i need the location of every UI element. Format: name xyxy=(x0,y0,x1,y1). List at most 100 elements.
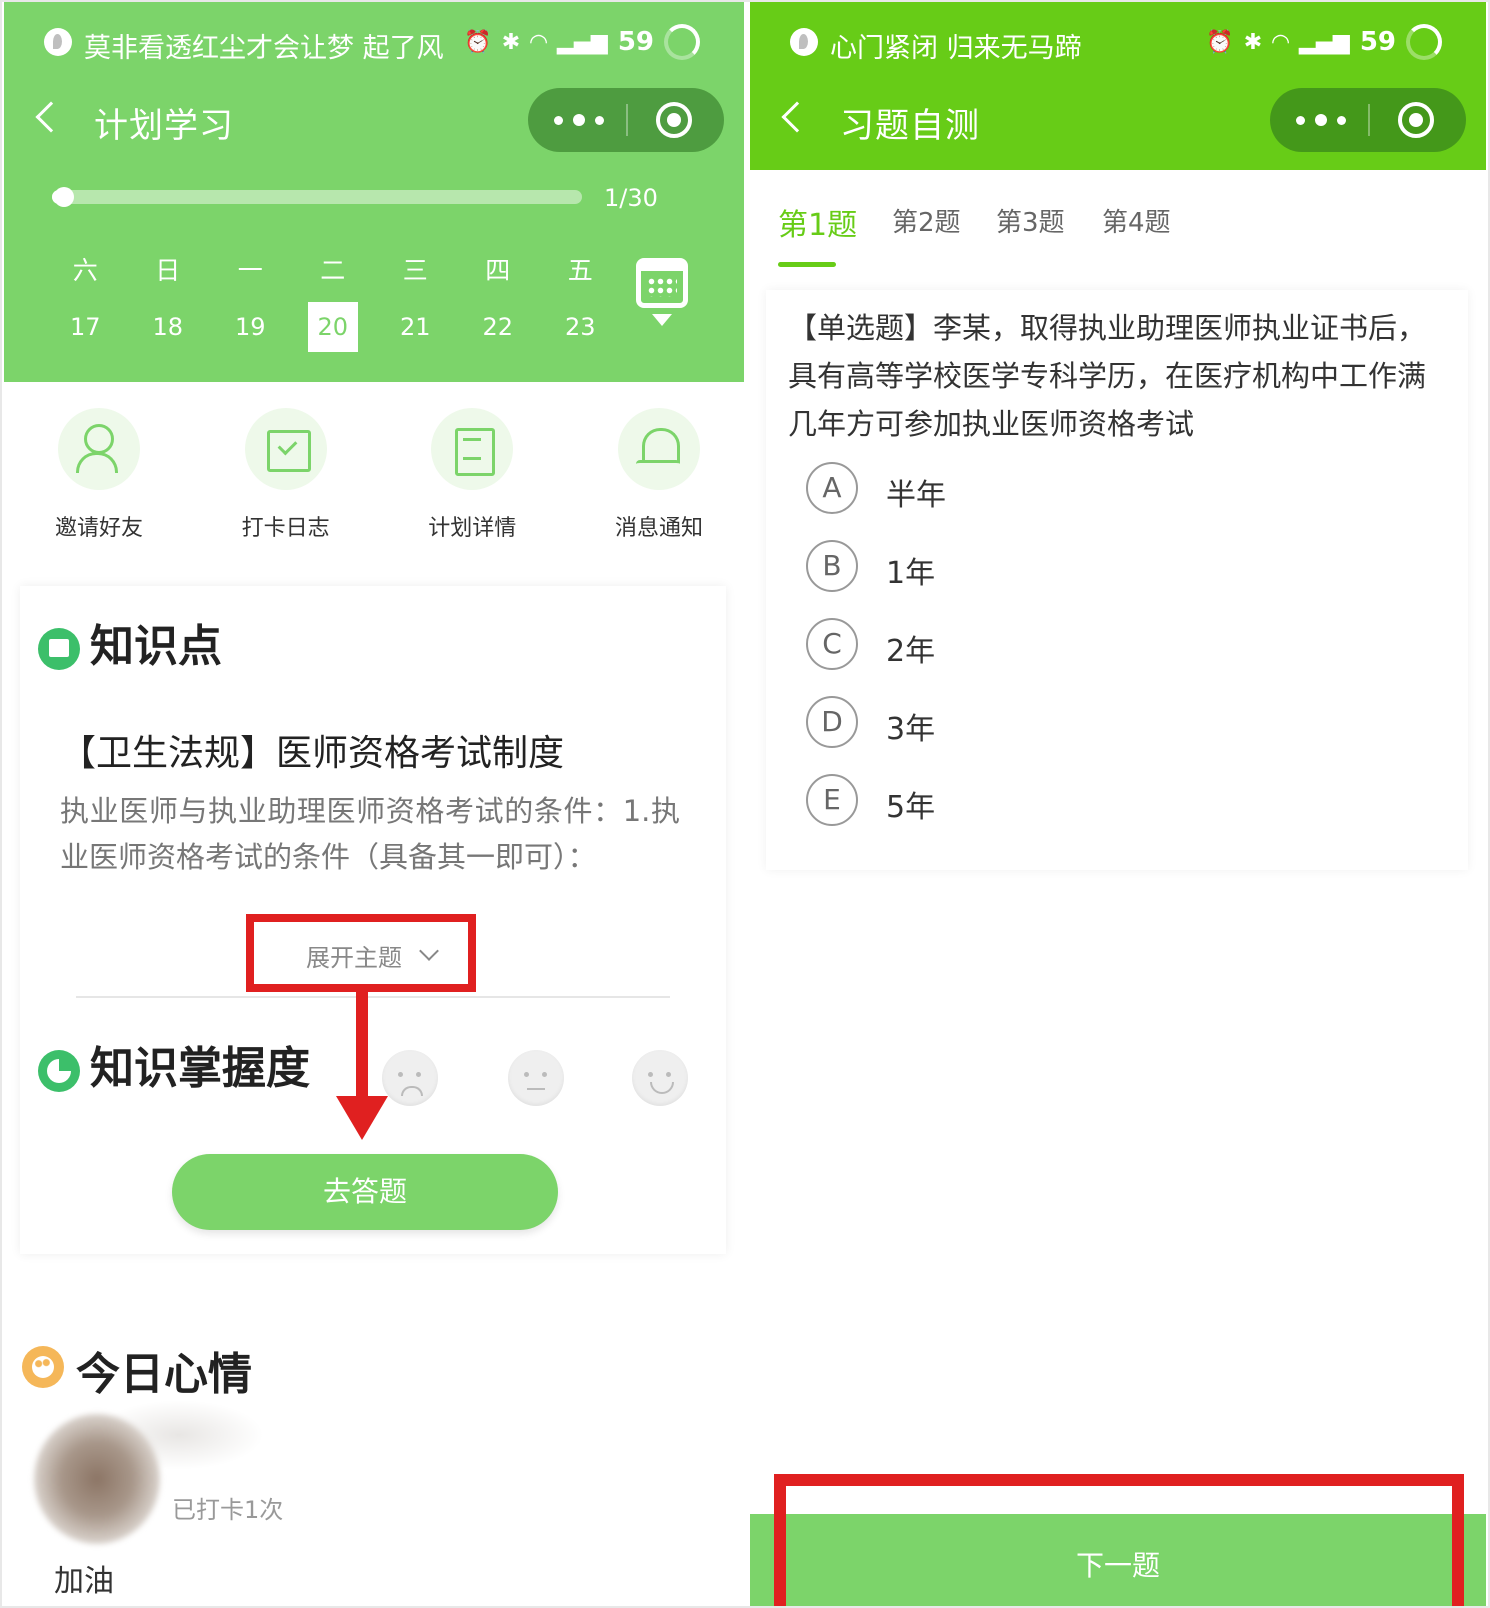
back-icon[interactable] xyxy=(35,101,67,133)
close-miniprogram-icon[interactable] xyxy=(656,102,692,138)
day-item[interactable]: 六 17 xyxy=(44,250,127,352)
expand-topic-button[interactable]: 展开主题 xyxy=(246,914,476,992)
option-key: B xyxy=(806,540,858,592)
page-title: 计划学习 xyxy=(94,106,234,146)
calendar-icon[interactable] xyxy=(636,258,688,308)
day-item[interactable]: 三 21 xyxy=(374,250,457,352)
quick-action-label: 邀请好友 xyxy=(54,516,143,541)
pie-chart-icon xyxy=(38,1050,80,1092)
system-indicators: ⏰ ✱ ◠ ▂▄▆ 59 xyxy=(1206,24,1442,60)
status-music-text: 心门紧闭 归来无马蹄 xyxy=(830,33,1082,64)
status-music-text: 莫非看透红尘才会让梦 起了风 xyxy=(84,33,444,64)
tab-question-2[interactable]: 第2题 xyxy=(892,202,961,239)
progress-dot xyxy=(54,187,74,207)
avatar xyxy=(34,1414,160,1544)
neutral-face-icon[interactable] xyxy=(508,1050,564,1106)
option-text: 5年 xyxy=(886,790,936,825)
nav-bar: 计划学习 xyxy=(4,84,744,160)
option-text: 1年 xyxy=(886,556,936,591)
weekday-label: 一 xyxy=(237,256,263,285)
alarm-icon: ⏰ xyxy=(1206,29,1234,55)
mastery-section-title: 知识掌握度 xyxy=(90,1043,310,1094)
option-key: D xyxy=(806,696,858,748)
mood-section-title: 今日心情 xyxy=(76,1349,252,1400)
question-card: 【单选题】李某，取得执业助理医师执业证书后，具有高等学校医学专科学历，在医疗机构… xyxy=(766,290,1468,870)
more-icon[interactable] xyxy=(554,108,604,132)
plan-study-screen: 莫非看透红尘才会让梦 起了风 ⏰ ✱ ◠ ▂▄▆ 59 计划学习 1/30 六 1… xyxy=(4,0,744,1608)
happy-face-icon[interactable] xyxy=(632,1050,688,1106)
quick-action-label: 消息通知 xyxy=(614,516,703,541)
option-text: 3年 xyxy=(886,712,936,747)
battery-icon xyxy=(1406,24,1442,60)
quick-actions: 邀请好友 打卡日志 计划详情 消息通知 xyxy=(4,408,744,542)
capsule-divider xyxy=(1368,104,1370,136)
weekday-label: 四 xyxy=(485,256,511,285)
progress-text: 1/30 xyxy=(604,184,658,212)
annotation-arrow-head xyxy=(336,1096,388,1140)
option-key: C xyxy=(806,618,858,670)
close-miniprogram-icon[interactable] xyxy=(1398,102,1434,138)
add-friend-icon xyxy=(58,408,140,490)
knowledge-section-title: 知识点 xyxy=(90,621,222,672)
system-indicators: ⏰ ✱ ◠ ▂▄▆ 59 xyxy=(464,24,700,60)
weekday-label: 三 xyxy=(402,256,428,285)
question-text: 【单选题】李某，取得执业助理医师执业证书后，具有高等学校医学专科学历，在医疗机构… xyxy=(788,311,1427,441)
calendar-dropdown-icon[interactable] xyxy=(652,314,672,326)
day-item[interactable]: 一 19 xyxy=(209,250,292,352)
tab-question-4[interactable]: 第4题 xyxy=(1102,202,1171,239)
option-key: E xyxy=(806,774,858,826)
alarm-icon: ⏰ xyxy=(464,29,492,55)
active-tab-indicator xyxy=(778,262,836,267)
signal-icon: ▂▄▆ xyxy=(557,29,608,55)
divider xyxy=(76,996,670,998)
tab-question-3[interactable]: 第3题 xyxy=(996,202,1065,239)
self-test-screen: 心门紧闭 归来无马蹄 ⏰ ✱ ◠ ▂▄▆ 59 习题自测 第1题 第2题 第3题… xyxy=(750,0,1486,1608)
music-note-icon xyxy=(790,28,818,56)
document-icon xyxy=(431,408,514,490)
battery-level: 59 xyxy=(1359,27,1396,57)
option-text: 半年 xyxy=(886,478,946,513)
status-bar: 心门紧闭 归来无马蹄 ⏰ ✱ ◠ ▂▄▆ 59 xyxy=(750,0,1486,84)
question-tabs: 第1题 第2题 第3题 第4题 xyxy=(750,170,1486,278)
expand-topic-label: 展开主题 xyxy=(306,944,402,972)
book-icon xyxy=(38,628,80,670)
more-icon[interactable] xyxy=(1296,108,1346,132)
page-title: 习题自测 xyxy=(840,106,980,146)
option-key: A xyxy=(806,462,858,514)
bell-icon xyxy=(617,408,700,490)
capsule-divider xyxy=(626,104,628,136)
date-label: 18 xyxy=(152,313,184,341)
plan-details-button[interactable]: 计划详情 xyxy=(417,408,527,542)
date-label: 23 xyxy=(564,313,596,341)
chevron-down-icon xyxy=(419,941,439,961)
weekday-label: 六 xyxy=(72,256,98,285)
knowledge-card: 知识点 【卫生法规】医师资格考试制度 执业医师与执业助理医师资格考试的条件：1.… xyxy=(20,586,726,1254)
annotation-highlight-box xyxy=(774,1474,1464,1608)
wifi-icon: ◠ xyxy=(530,29,548,55)
weekday-label: 五 xyxy=(567,256,593,285)
day-item-selected[interactable]: 二 20 xyxy=(292,250,375,352)
sad-face-icon[interactable] xyxy=(382,1050,438,1106)
nav-bar: 习题自测 xyxy=(750,84,1486,160)
palette-icon xyxy=(22,1346,64,1388)
miniprogram-capsule xyxy=(528,88,724,152)
tab-question-1[interactable]: 第1题 xyxy=(778,200,857,244)
day-item[interactable]: 五 23 xyxy=(539,250,622,352)
go-answer-button[interactable]: 去答题 xyxy=(172,1154,558,1230)
checkin-log-button[interactable]: 打卡日志 xyxy=(231,408,341,542)
day-item[interactable]: 四 22 xyxy=(457,250,540,352)
quick-action-label: 打卡日志 xyxy=(241,516,330,541)
date-label: 17 xyxy=(69,313,101,341)
wifi-icon: ◠ xyxy=(1272,29,1290,55)
quick-action-label: 计划详情 xyxy=(428,516,517,541)
notifications-button[interactable]: 消息通知 xyxy=(604,408,714,542)
signal-icon: ▂▄▆ xyxy=(1299,29,1350,55)
invite-friends-button[interactable]: 邀请好友 xyxy=(44,408,154,542)
mood-message: 加油 xyxy=(54,1564,114,1599)
day-item[interactable]: 日 18 xyxy=(127,250,210,352)
weekday-label: 二 xyxy=(320,256,346,285)
battery-level: 59 xyxy=(617,27,654,57)
date-label: 19 xyxy=(234,313,266,341)
annotation-arrow xyxy=(356,992,368,1102)
back-icon[interactable] xyxy=(781,101,813,133)
